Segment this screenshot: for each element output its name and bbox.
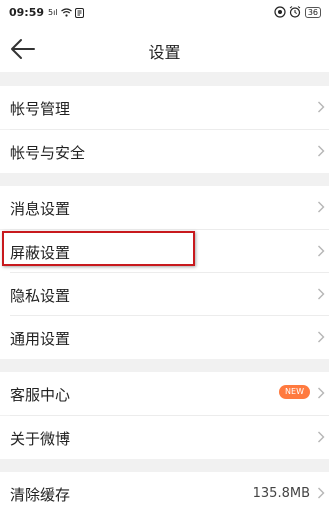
notification-icon <box>74 7 84 18</box>
cache-size-value: 135.8MB <box>252 486 310 501</box>
battery-indicator: 36 <box>304 6 321 18</box>
item-label: 关于微博 <box>10 430 71 448</box>
item-label: 消息设置 <box>10 200 71 218</box>
page-title: 设置 <box>148 43 181 62</box>
status-time: 09:59 <box>9 6 45 19</box>
chevron-right-icon <box>318 487 325 499</box>
alarm-icon <box>289 6 301 18</box>
settings-item-privacy-settings[interactable]: 隐私设置 <box>0 273 329 316</box>
settings-item-account-security[interactable]: 帐号与安全 <box>0 130 329 173</box>
chevron-right-icon <box>318 145 325 157</box>
item-label: 帐号管理 <box>10 100 71 118</box>
chevron-right-icon <box>318 431 325 443</box>
chevron-right-icon <box>318 331 325 343</box>
settings-item-about-weibo[interactable]: 关于微博 <box>0 416 329 459</box>
chevron-right-icon <box>318 245 325 257</box>
settings-item-account-management[interactable]: 帐号管理 <box>0 86 329 129</box>
item-label: 隐私设置 <box>10 287 71 305</box>
highlight-annotation-box <box>2 231 195 266</box>
item-label: 通用设置 <box>10 330 71 348</box>
status-left: 09:59 5ıl <box>9 6 84 19</box>
signal-indicator: 5ıl <box>48 8 58 17</box>
chevron-right-icon <box>318 288 325 300</box>
new-badge: NEW <box>279 385 310 399</box>
item-label: 帐号与安全 <box>10 144 86 162</box>
settings-item-customer-service[interactable]: 客服中心 NEW <box>0 372 329 415</box>
item-label: 清除缓存 <box>10 486 71 504</box>
do-not-disturb-icon <box>274 6 286 18</box>
chevron-right-icon <box>318 201 325 213</box>
settings-item-message-settings[interactable]: 消息设置 <box>0 186 329 229</box>
chevron-right-icon <box>318 101 325 113</box>
settings-item-general-settings[interactable]: 通用设置 <box>0 316 329 359</box>
settings-item-clear-cache[interactable]: 清除缓存 135.8MB <box>0 472 329 515</box>
header: 设置 <box>0 26 329 72</box>
wifi-icon <box>60 8 72 17</box>
chevron-right-icon <box>318 387 325 399</box>
status-bar: 09:59 5ıl 36 <box>0 0 329 26</box>
item-label: 客服中心 <box>10 386 71 404</box>
status-right: 36 <box>271 6 321 18</box>
